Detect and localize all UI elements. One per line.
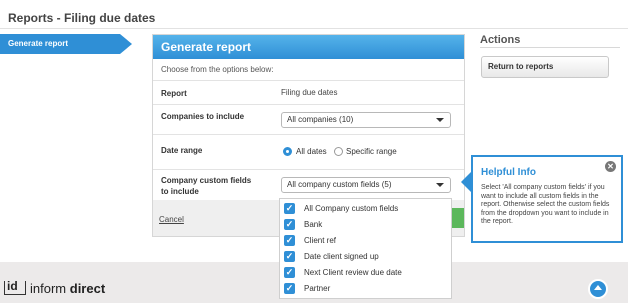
help-text: Select 'All company custom fields' if yo… (481, 184, 610, 225)
checkbox-checked-icon[interactable]: ✓ (284, 203, 295, 214)
checkbox-checked-icon[interactable]: ✓ (284, 267, 295, 278)
actions-divider (480, 47, 620, 48)
dropdown-option-label: Bank (304, 220, 323, 229)
helpful-info-box: ✕ Helpful Info Select 'All company custo… (471, 155, 623, 243)
radio-specific-range-label: Specific range (346, 147, 397, 156)
custom-fields-select-value: All company custom fields (5) (287, 180, 392, 189)
panel-instructions: Choose from the options below: (153, 59, 464, 81)
nav-active-arrow (120, 34, 132, 54)
logo-text-bold: direct (69, 281, 106, 296)
report-row: Report Filing due dates (153, 81, 464, 105)
custom-fields-label-line1: Company custom fields (161, 176, 252, 185)
companies-row: Companies to include All companies (10) (153, 105, 464, 135)
logo-text: inform direct (30, 281, 105, 296)
dropdown-option-label: Date client signed up (304, 252, 379, 261)
radio-all-dates-label: All dates (296, 147, 327, 156)
radio-all-dates[interactable] (283, 147, 292, 156)
page-title: Reports - Filing due dates (8, 11, 156, 25)
checkbox-checked-icon[interactable]: ✓ (284, 283, 295, 294)
dropdown-option-label: Client ref (304, 236, 337, 245)
custom-fields-label: Company custom fields to include (161, 175, 251, 197)
report-value: Filing due dates (281, 88, 338, 97)
date-range-row: Date range All dates Specific range (153, 135, 464, 170)
panel-header: Generate report (153, 35, 464, 59)
close-icon[interactable]: ✕ (605, 161, 616, 172)
chevron-down-icon (436, 183, 444, 187)
companies-label: Companies to include (161, 112, 245, 121)
dropdown-option-label: Partner (304, 284, 331, 293)
nav-item-generate-report[interactable]: Generate report (0, 34, 120, 54)
scroll-to-top-button[interactable] (588, 279, 608, 299)
chevron-down-icon (436, 118, 444, 122)
custom-fields-label-line2: to include (161, 187, 199, 196)
logo-mark: id (7, 279, 18, 293)
cancel-link[interactable]: Cancel (159, 215, 184, 224)
help-title: Helpful Info (481, 167, 536, 178)
companies-select-value: All companies (10) (287, 115, 354, 124)
logo-text-regular: inform (30, 281, 67, 296)
checkbox-checked-icon[interactable]: ✓ (284, 235, 295, 246)
dropdown-option-label: Next Client review due date (304, 268, 402, 277)
actions-title: Actions (480, 34, 521, 46)
checkbox-checked-icon[interactable]: ✓ (284, 219, 295, 230)
custom-fields-select[interactable]: All company custom fields (5) (281, 177, 451, 193)
checkbox-checked-icon[interactable]: ✓ (284, 251, 295, 262)
custom-fields-row: Company custom fields to include All com… (153, 170, 464, 200)
return-to-reports-button[interactable]: Return to reports (481, 56, 609, 78)
dropdown-option-label: All Company custom fields (304, 204, 399, 213)
custom-fields-dropdown: ✓ All Company custom fields ✓ Bank ✓ Cli… (279, 198, 452, 299)
radio-specific-range[interactable] (334, 147, 343, 156)
report-label: Report (161, 89, 187, 98)
companies-select[interactable]: All companies (10) (281, 112, 451, 128)
help-pointer-arrow (461, 172, 471, 192)
date-range-label: Date range (161, 146, 203, 155)
title-divider (0, 28, 628, 29)
